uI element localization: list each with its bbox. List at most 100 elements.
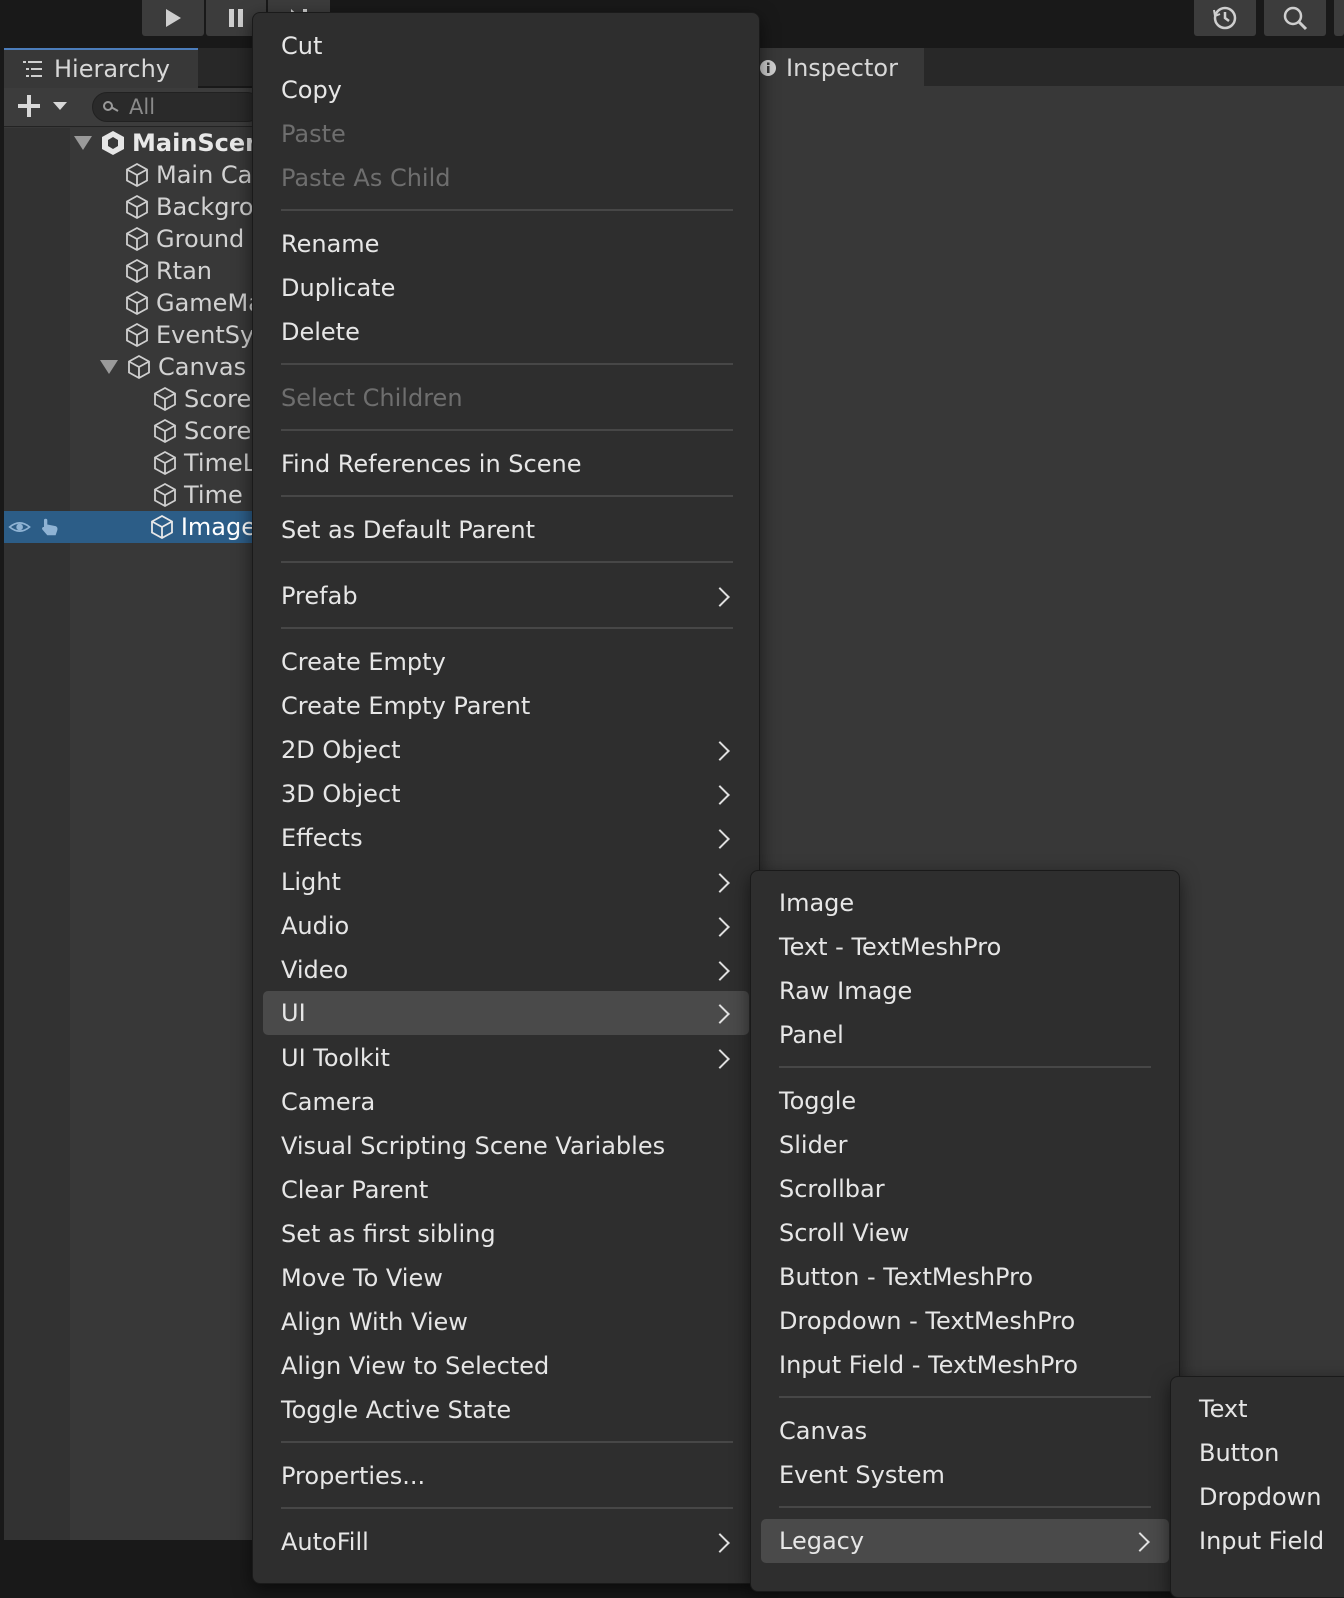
menu-item-image[interactable]: Image	[751, 881, 1179, 925]
info-icon	[760, 60, 776, 76]
hierarchy-row[interactable]: GameManager	[124, 287, 256, 319]
menu-item-create-empty[interactable]: Create Empty	[253, 640, 759, 684]
chevron-down-icon	[53, 102, 67, 110]
hierarchy-row[interactable]: Background	[124, 191, 256, 223]
gameobject-icon	[154, 418, 176, 444]
menu-item-prefab[interactable]: Prefab	[253, 574, 759, 618]
visibility-eye-icon[interactable]	[8, 517, 31, 537]
play-button[interactable]	[142, 0, 204, 36]
menu-item-canvas[interactable]: Canvas	[751, 1409, 1179, 1453]
hierarchy-row-label: EventSystem	[156, 321, 256, 349]
unity-scene-icon	[102, 131, 124, 155]
hierarchy-row[interactable]: TimeLabel	[152, 447, 256, 479]
menu-item-label: Toggle Active State	[281, 1396, 512, 1424]
add-button[interactable]	[16, 92, 72, 120]
bottom-strip	[0, 1540, 256, 1566]
hierarchy-row[interactable]: Score	[152, 383, 256, 415]
menu-item-label: Video	[281, 956, 349, 984]
menu-item-autofill[interactable]: AutoFill	[253, 1520, 759, 1564]
chevron-right-icon	[710, 1533, 730, 1553]
hierarchy-row[interactable]: Rtan	[124, 255, 256, 287]
menu-separator	[281, 1441, 733, 1443]
hierarchy-row-selected[interactable]: Image	[4, 511, 256, 543]
menu-item-label: Light	[281, 868, 341, 896]
menu-item-legacy-text[interactable]: Text	[1171, 1387, 1344, 1431]
menu-item-cut[interactable]: Cut	[253, 24, 759, 68]
menu-item-set-first-sibling[interactable]: Set as first sibling	[253, 1212, 759, 1256]
hierarchy-row[interactable]: Ground	[124, 223, 256, 255]
hierarchy-row[interactable]: Score	[152, 415, 256, 447]
menu-item-scroll-view[interactable]: Scroll View	[751, 1211, 1179, 1255]
tab-inspector[interactable]: Inspector	[756, 48, 924, 88]
menu-item-event-system[interactable]: Event System	[751, 1453, 1179, 1497]
menu-item-3d-object[interactable]: 3D Object	[253, 772, 759, 816]
menu-item-rename[interactable]: Rename	[253, 222, 759, 266]
menu-item-slider[interactable]: Slider	[751, 1123, 1179, 1167]
menu-item-delete[interactable]: Delete	[253, 310, 759, 354]
menu-item-2d-object[interactable]: 2D Object	[253, 728, 759, 772]
menu-item-toggle-active-state[interactable]: Toggle Active State	[253, 1388, 759, 1432]
menu-item-duplicate[interactable]: Duplicate	[253, 266, 759, 310]
hierarchy-row[interactable]: Main Camera	[124, 159, 256, 191]
hierarchy-search-input[interactable]: All	[92, 92, 262, 122]
menu-item-label: 2D Object	[281, 736, 401, 764]
menu-item-label: Canvas	[779, 1417, 868, 1445]
gameobject-icon	[128, 354, 150, 380]
menu-item-copy[interactable]: Copy	[253, 68, 759, 112]
menu-item-align-with-view[interactable]: Align With View	[253, 1300, 759, 1344]
hierarchy-row[interactable]: Time	[152, 479, 256, 511]
menu-item-find-references[interactable]: Find References in Scene	[253, 442, 759, 486]
menu-item-label: Button	[1199, 1439, 1280, 1467]
menu-item-label: Create Empty	[281, 648, 446, 676]
hierarchy-row-canvas[interactable]: Canvas	[98, 351, 256, 383]
menu-item-panel[interactable]: Panel	[751, 1013, 1179, 1057]
hierarchy-row-label: GameManager	[156, 289, 256, 317]
hierarchy-gutter	[4, 128, 70, 1540]
menu-item-create-empty-parent[interactable]: Create Empty Parent	[253, 684, 759, 728]
chevron-right-icon	[710, 873, 730, 893]
tab-hierarchy-label: Hierarchy	[54, 55, 171, 83]
menu-item-camera[interactable]: Camera	[253, 1080, 759, 1124]
menu-item-properties[interactable]: Properties...	[253, 1454, 759, 1498]
menu-item-label: Paste As Child	[281, 164, 451, 192]
gameobject-icon	[154, 386, 176, 412]
menu-item-effects[interactable]: Effects	[253, 816, 759, 860]
menu-item-label: Audio	[281, 912, 350, 940]
menu-item-text-tmp[interactable]: Text - TextMeshPro	[751, 925, 1179, 969]
menu-separator	[779, 1396, 1151, 1398]
menu-item-input-field-tmp[interactable]: Input Field - TextMeshPro	[751, 1343, 1179, 1387]
history-button[interactable]	[1194, 0, 1256, 36]
menu-item-ui-toolkit[interactable]: UI Toolkit	[253, 1036, 759, 1080]
menu-item-dropdown-tmp[interactable]: Dropdown - TextMeshPro	[751, 1299, 1179, 1343]
hierarchy-row-label: Ground	[156, 225, 245, 253]
menu-item-align-view-to-selected[interactable]: Align View to Selected	[253, 1344, 759, 1388]
chevron-right-icon	[710, 587, 730, 607]
menu-item-move-to-view[interactable]: Move To View	[253, 1256, 759, 1300]
menu-item-label: Create Empty Parent	[281, 692, 531, 720]
menu-item-audio[interactable]: Audio	[253, 904, 759, 948]
hierarchy-row-mainscene[interactable]: MainScene	[70, 127, 256, 159]
gameobject-icon	[154, 482, 176, 508]
more-button[interactable]	[1334, 0, 1344, 36]
menu-item-visual-scripting[interactable]: Visual Scripting Scene Variables	[253, 1124, 759, 1168]
menu-item-video[interactable]: Video	[253, 948, 759, 992]
menu-item-clear-parent[interactable]: Clear Parent	[253, 1168, 759, 1212]
menu-item-legacy-button[interactable]: Button	[1171, 1431, 1344, 1475]
menu-item-set-default-parent[interactable]: Set as Default Parent	[253, 508, 759, 552]
menu-item-legacy-dropdown[interactable]: Dropdown	[1171, 1475, 1344, 1519]
tab-inspector-label: Inspector	[786, 54, 898, 82]
hierarchy-row[interactable]: EventSystem	[124, 319, 256, 351]
expand-arrow-icon	[74, 136, 92, 150]
menu-item-legacy[interactable]: Legacy	[761, 1519, 1169, 1563]
menu-item-raw-image[interactable]: Raw Image	[751, 969, 1179, 1013]
menu-item-light[interactable]: Light	[253, 860, 759, 904]
menu-item-legacy-input-field[interactable]: Input Field	[1171, 1519, 1344, 1563]
search-button[interactable]	[1264, 0, 1326, 36]
menu-item-toggle[interactable]: Toggle	[751, 1079, 1179, 1123]
menu-item-button-tmp[interactable]: Button - TextMeshPro	[751, 1255, 1179, 1299]
tab-hierarchy[interactable]: Hierarchy	[4, 48, 198, 88]
menu-item-ui[interactable]: UI	[263, 991, 749, 1035]
menu-item-scrollbar[interactable]: Scrollbar	[751, 1167, 1179, 1211]
search-placeholder: All	[129, 95, 156, 119]
pickable-hand-icon[interactable]	[39, 515, 61, 539]
